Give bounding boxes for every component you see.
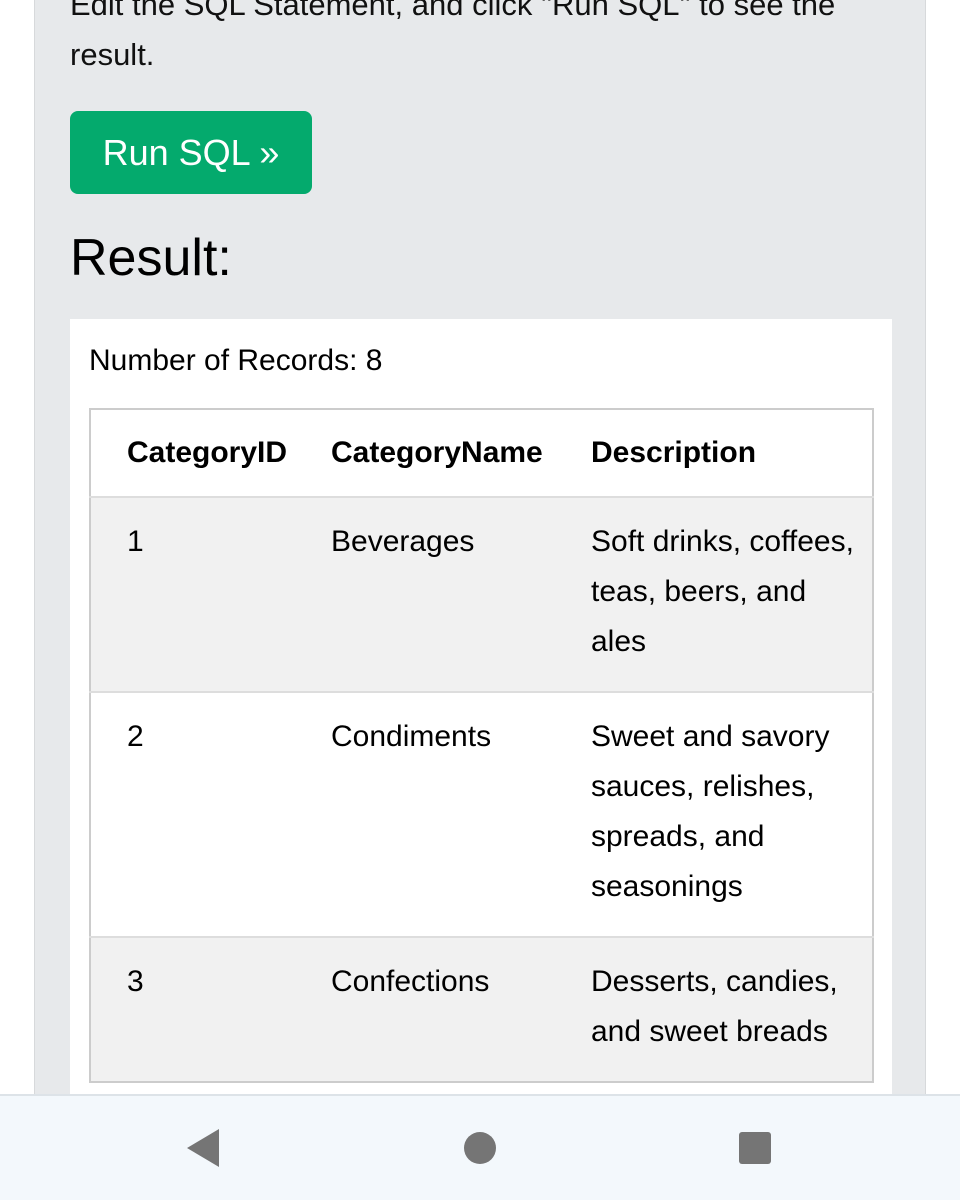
cell-category-name: Condiments xyxy=(295,691,555,937)
cell-category-name: Beverages xyxy=(295,496,555,692)
instruction-line-1: Edit the SQL Statement, and click "Run S… xyxy=(70,0,836,22)
table-row: 3 Confections Desserts, candies, and swe… xyxy=(90,936,873,1082)
result-container: Number of Records: 8 CategoryID Category… xyxy=(70,319,892,1110)
column-header-categoryname: CategoryName xyxy=(295,409,555,497)
home-circle-icon xyxy=(464,1132,496,1164)
android-navigation-bar xyxy=(0,1094,960,1200)
cell-category-id: 3 xyxy=(90,936,295,1082)
back-button[interactable] xyxy=(163,1116,243,1180)
table-header-row: CategoryID CategoryName Description xyxy=(90,409,873,497)
home-button[interactable] xyxy=(440,1116,520,1180)
table-row: 2 Condiments Sweet and savory sauces, re… xyxy=(90,691,873,937)
run-sql-button[interactable]: Run SQL » xyxy=(70,111,312,194)
sql-try-it-panel: Edit the SQL Statement, and click "Run S… xyxy=(34,0,926,1110)
back-triangle-icon xyxy=(187,1129,219,1167)
cell-category-id: 1 xyxy=(90,496,295,692)
column-header-categoryid: CategoryID xyxy=(90,409,295,497)
table-row: 1 Beverages Soft drinks, coffees, teas, … xyxy=(90,496,873,692)
recents-button[interactable] xyxy=(715,1116,795,1180)
results-table: CategoryID CategoryName Description 1 Be… xyxy=(89,408,874,1083)
recents-square-icon xyxy=(739,1132,771,1164)
cell-category-id: 2 xyxy=(90,691,295,937)
instruction-line-2: result. xyxy=(70,37,155,72)
cell-description: Sweet and savory sauces, relishes, sprea… xyxy=(555,691,873,937)
instruction-text: Edit the SQL Statement, and click "Run S… xyxy=(70,0,890,80)
column-header-description: Description xyxy=(555,409,873,497)
browser-page: Edit the SQL Statement, and click "Run S… xyxy=(0,0,960,1200)
result-heading: Result: xyxy=(70,229,232,287)
record-count: Number of Records: 8 xyxy=(89,344,383,377)
cell-category-name: Confections xyxy=(295,936,555,1082)
cell-description: Desserts, candies, and sweet breads xyxy=(555,936,873,1082)
cell-description: Soft drinks, coffees, teas, beers, and a… xyxy=(555,496,873,692)
